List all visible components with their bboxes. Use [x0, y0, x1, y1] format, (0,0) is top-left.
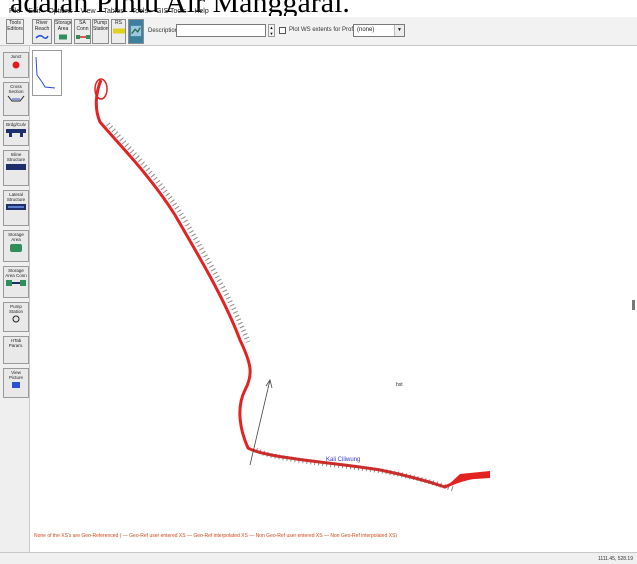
river-schematic: Kali Ciliwung hst: [94, 78, 491, 492]
river-name-label: Kali Ciliwung: [326, 457, 360, 463]
river-reach-ticks: [106, 122, 454, 492]
scrollbar-thumb[interactable]: [632, 300, 635, 310]
legend-text: None of the XS's are Geo-Referenced ( — …: [34, 533, 398, 539]
coordinate-readout: 1111.45, 528.19: [597, 556, 633, 562]
status-bar: 1111.45, 528.19: [0, 552, 637, 564]
storage-area-map-label: hst: [396, 382, 403, 388]
river-reach-line: [94, 79, 491, 489]
